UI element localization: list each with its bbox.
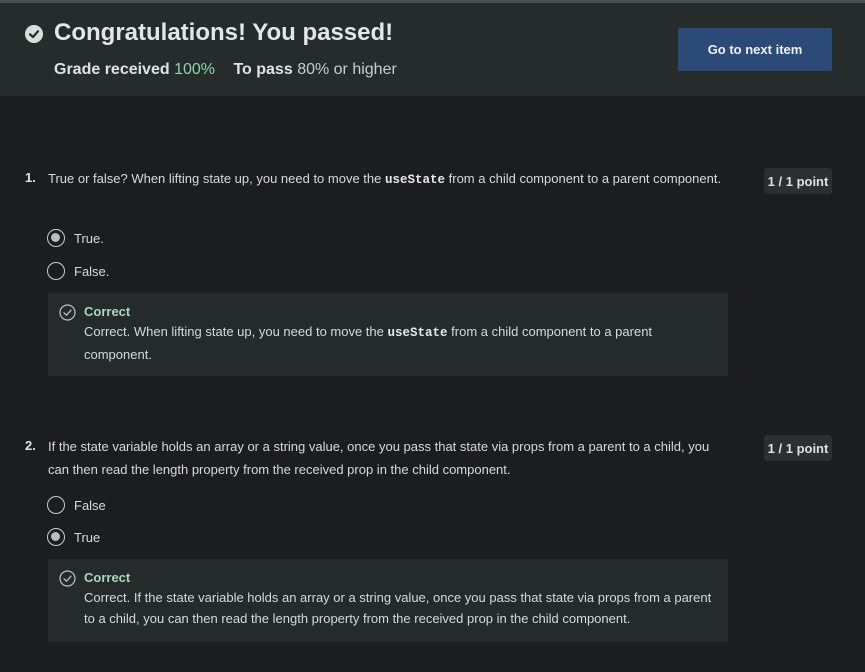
feedback-title: Correct bbox=[84, 570, 131, 585]
question-text: If the state variable holds an array or … bbox=[48, 439, 710, 477]
feedback-title: Correct bbox=[84, 304, 131, 319]
question-text-part: True or false? When lifting state up, yo… bbox=[48, 171, 382, 186]
go-to-next-item-button[interactable]: Go to next item bbox=[678, 28, 832, 71]
option-label: False bbox=[74, 497, 106, 513]
grade-received-label: Grade received bbox=[54, 61, 170, 78]
answer-option-true[interactable]: True. bbox=[47, 228, 104, 248]
question-number: 1. bbox=[25, 170, 36, 185]
feedback-text-part: Correct. When lifting state up, you need… bbox=[84, 324, 384, 339]
check-circle-icon bbox=[25, 25, 43, 43]
points-badge: 1 / 1 point bbox=[764, 435, 832, 461]
answer-option-false[interactable]: False bbox=[47, 495, 106, 515]
pass-title: Congratulations! You passed! bbox=[54, 19, 394, 46]
question-text-part: from a child component to a parent compo… bbox=[448, 171, 722, 186]
feedback-text: Correct. If the state variable holds an … bbox=[84, 590, 712, 626]
grade-received-value: 100% bbox=[174, 61, 215, 78]
option-label: True. bbox=[74, 230, 104, 246]
feedback-text: Correct. When lifting state up, you need… bbox=[84, 321, 714, 366]
feedback-box: Correct Correct. If the state variable h… bbox=[48, 559, 728, 642]
radio-unselected-icon[interactable] bbox=[47, 262, 65, 280]
option-label: False. bbox=[74, 263, 110, 279]
feedback-box: Correct Correct. When lifting state up, … bbox=[48, 293, 728, 376]
points-badge: 1 / 1 point bbox=[764, 168, 832, 194]
grade-summary: Grade received 100% To pass 80% or highe… bbox=[54, 61, 397, 79]
check-circle-outline-icon bbox=[59, 570, 76, 587]
result-banner: Congratulations! You passed! Grade recei… bbox=[0, 3, 865, 96]
radio-selected-icon[interactable] bbox=[47, 528, 65, 546]
code-snippet: useState bbox=[387, 326, 448, 340]
radio-unselected-icon[interactable] bbox=[47, 496, 65, 514]
code-snippet: useState bbox=[385, 173, 446, 187]
answer-option-false[interactable]: False. bbox=[47, 261, 109, 281]
radio-selected-icon[interactable] bbox=[47, 229, 65, 247]
to-pass-value: 80% or higher bbox=[297, 61, 397, 78]
question-text: True or false? When lifting state up, yo… bbox=[48, 167, 736, 192]
answer-option-true[interactable]: True bbox=[47, 527, 100, 547]
option-label: True bbox=[74, 529, 101, 545]
check-circle-outline-icon bbox=[59, 304, 76, 321]
question-number: 2. bbox=[25, 438, 36, 453]
to-pass-label: To pass bbox=[233, 61, 293, 78]
